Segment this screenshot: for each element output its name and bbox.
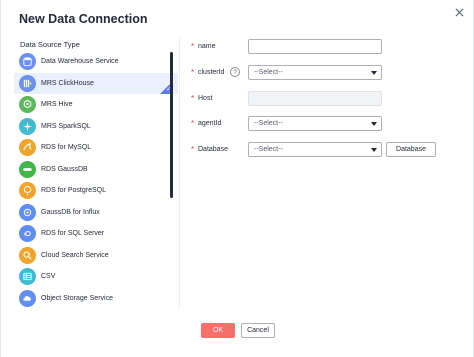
agentid-label: agentId	[198, 120, 222, 127]
source-item-rds-for-mysql[interactable]: RDS for MySQL	[14, 137, 178, 159]
agentid-field-row: * agentId	[191, 116, 221, 131]
source-item-mrs-clickhouse[interactable]: MRS ClickHouse ✓	[14, 72, 178, 94]
chevron-down-icon	[371, 71, 377, 75]
source-item-rds-gaussdb[interactable]: RDS GaussDB	[14, 159, 178, 181]
source-item-label: Data Warehouse Service	[41, 58, 119, 66]
required-mark: *	[191, 42, 195, 51]
name-label: name	[198, 43, 216, 50]
source-item-csv[interactable]: CSV	[14, 266, 178, 288]
source-item-mrs-sparksql[interactable]: MRS SparkSQL	[14, 116, 178, 138]
source-item-label: MRS ClickHouse	[41, 79, 94, 87]
source-item-label: MRS SparkSQL	[41, 122, 91, 130]
agentid-select-value: --Select--	[254, 120, 283, 127]
host-label: Host	[198, 95, 213, 102]
database-button[interactable]: Database	[386, 142, 436, 157]
panel-divider	[179, 38, 180, 308]
required-mark: *	[191, 68, 195, 77]
clusterid-field-row: * clusterId	[191, 65, 224, 80]
source-item-label: RDS GaussDB	[41, 165, 88, 173]
database-field-row: * Database	[191, 142, 228, 157]
source-item-gaussdb-for-influx[interactable]: GaussDB for Influx	[14, 202, 178, 224]
search-service-icon	[19, 246, 36, 264]
source-item-object-storage-service[interactable]: Object Storage Service	[14, 288, 178, 310]
required-mark: *	[191, 145, 195, 154]
data-source-list: Data Warehouse Service MRS ClickHouse ✓ …	[14, 51, 178, 309]
clusterid-label: clusterId	[198, 69, 225, 76]
new-data-connection-dialog: New Data Connection Data Source Type Dat…	[0, 0, 474, 357]
agentid-select[interactable]: --Select--	[248, 116, 382, 131]
clusterid-select[interactable]: --Select--	[248, 65, 382, 80]
chevron-down-icon	[371, 122, 377, 126]
source-item-label: RDS for MySQL	[41, 144, 92, 152]
source-item-label: Object Storage Service	[41, 294, 113, 302]
sqlserver-icon	[19, 225, 36, 243]
data-source-type-label: Data Source Type	[20, 40, 80, 49]
source-item-label: Cloud Search Service	[41, 251, 109, 259]
hive-icon	[19, 96, 36, 114]
cancel-button[interactable]: Cancel	[241, 323, 275, 338]
gaussdb-icon	[19, 160, 36, 178]
source-item-cloud-search-service[interactable]: Cloud Search Service	[14, 245, 178, 267]
database-select[interactable]: --Select--	[248, 142, 382, 157]
source-item-label: RDS for PostgreSQL	[41, 187, 106, 195]
dialog-title: New Data Connection	[19, 12, 148, 26]
chevron-down-icon	[371, 148, 377, 152]
required-mark: *	[191, 119, 195, 128]
source-item-rds-for-postgresql[interactable]: RDS for PostgreSQL	[14, 180, 178, 202]
name-field-row: * name	[191, 39, 216, 54]
source-item-label: CSV	[41, 273, 56, 281]
database-select-value: --Select--	[254, 146, 283, 153]
clusterid-select-value: --Select--	[254, 69, 283, 76]
database-icon	[19, 53, 36, 71]
influx-icon	[19, 203, 36, 221]
source-list-scrollbar[interactable]	[170, 52, 173, 198]
postgresql-icon	[19, 182, 36, 200]
ok-button[interactable]: OK	[201, 323, 235, 338]
source-item-label: RDS for SQL Server	[41, 230, 105, 238]
source-item-rds-for-sql-server[interactable]: RDS for SQL Server	[14, 223, 178, 245]
storage-icon	[19, 289, 36, 307]
host-input	[248, 91, 382, 106]
csv-icon	[19, 268, 36, 286]
source-item-mrs-hive[interactable]: MRS Hive	[14, 94, 178, 116]
close-icon[interactable]	[451, 4, 467, 20]
host-field-row: * Host	[191, 91, 212, 106]
source-item-label: MRS Hive	[41, 101, 73, 109]
database-label: Database	[198, 146, 228, 153]
clickhouse-icon	[19, 74, 36, 92]
name-input[interactable]	[248, 39, 382, 54]
mysql-icon	[19, 139, 36, 157]
help-icon[interactable]: ?	[230, 67, 240, 77]
spark-icon	[19, 117, 36, 135]
source-item-label: GaussDB for Influx	[41, 208, 100, 216]
required-mark: *	[191, 94, 195, 103]
source-item-data-warehouse-service[interactable]: Data Warehouse Service	[14, 51, 178, 73]
